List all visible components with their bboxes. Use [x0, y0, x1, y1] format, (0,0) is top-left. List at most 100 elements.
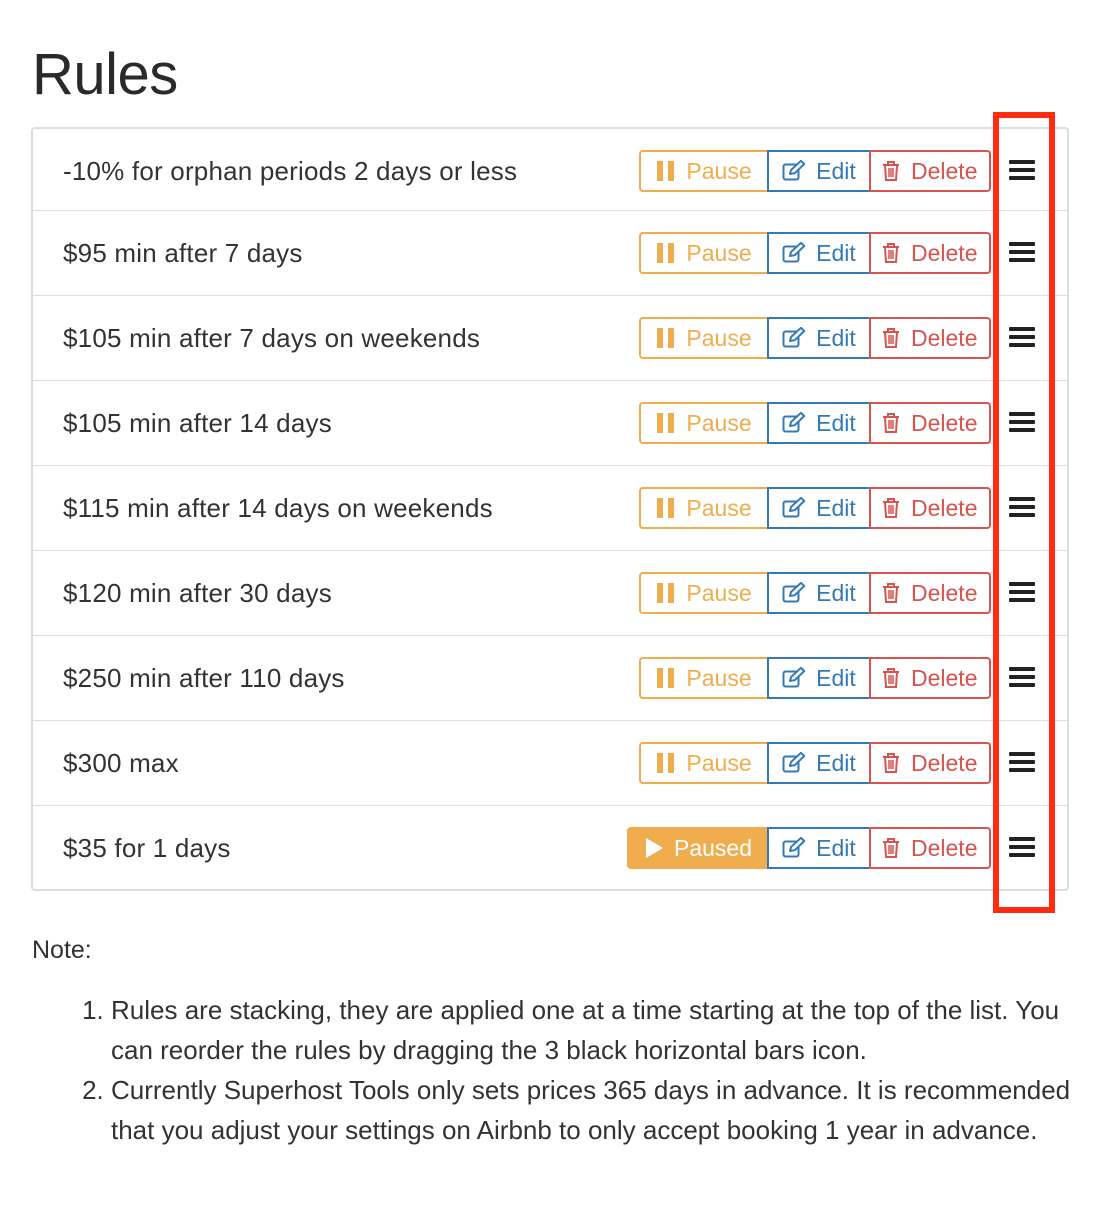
- trash-icon: [881, 412, 901, 434]
- rule-label: $95 min after 7 days: [63, 238, 303, 268]
- pause-button[interactable]: Pause: [639, 150, 769, 192]
- delete-button-label: Delete: [911, 749, 978, 776]
- delete-button[interactable]: Delete: [869, 150, 991, 192]
- delete-button[interactable]: Delete: [869, 402, 991, 444]
- pause-button-label: Pause: [686, 157, 752, 184]
- resume-button[interactable]: Paused: [627, 827, 769, 869]
- delete-button-label: Delete: [911, 834, 978, 861]
- drag-handle-icon[interactable]: [1009, 837, 1035, 857]
- edit-button-label: Edit: [816, 834, 856, 861]
- edit-button-label: Edit: [816, 494, 856, 521]
- edit-button-label: Edit: [816, 664, 856, 691]
- delete-button-label: Delete: [911, 579, 978, 606]
- rule-label: $115 min after 14 days on weekends: [63, 493, 493, 523]
- rule-row: $105 min after 7 days on weekends Pause …: [31, 295, 1069, 381]
- rule-row: $95 min after 7 days Pause Edit Delete: [31, 210, 1069, 296]
- drag-handle-icon[interactable]: [1009, 160, 1035, 180]
- edit-icon: [782, 582, 806, 604]
- edit-button-label: Edit: [816, 324, 856, 351]
- trash-icon: [881, 327, 901, 349]
- drag-handle-icon[interactable]: [1009, 327, 1035, 347]
- edit-button[interactable]: Edit: [767, 572, 871, 614]
- delete-button-label: Delete: [911, 324, 978, 351]
- note-heading: Note:: [32, 936, 92, 964]
- pause-button[interactable]: Pause: [639, 657, 769, 699]
- rule-actions: Pause Edit Delete: [639, 742, 991, 784]
- edit-button[interactable]: Edit: [767, 487, 871, 529]
- pause-button-label: Pause: [686, 324, 752, 351]
- edit-button[interactable]: Edit: [767, 150, 871, 192]
- pause-button-label: Pause: [686, 579, 752, 606]
- edit-button[interactable]: Edit: [767, 827, 871, 869]
- rule-label: $105 min after 7 days on weekends: [63, 323, 481, 353]
- edit-button[interactable]: Edit: [767, 657, 871, 699]
- trash-icon: [881, 582, 901, 604]
- trash-icon: [881, 497, 901, 519]
- pause-button[interactable]: Pause: [639, 402, 769, 444]
- delete-button-label: Delete: [911, 494, 978, 521]
- pause-button[interactable]: Pause: [639, 232, 769, 274]
- trash-icon: [881, 160, 901, 182]
- rule-actions: Pause Edit Delete: [639, 402, 991, 444]
- drag-handle-icon[interactable]: [1009, 412, 1035, 432]
- rules-list: -10% for orphan periods 2 days or less P…: [31, 127, 1069, 891]
- resume-button-label: Paused: [673, 834, 752, 861]
- drag-handle-icon[interactable]: [1009, 242, 1035, 262]
- edit-icon: [782, 837, 806, 859]
- rule-actions: Pause Edit Delete: [639, 150, 991, 192]
- edit-button[interactable]: Edit: [767, 232, 871, 274]
- rule-label: -10% for orphan periods 2 days or less: [63, 156, 518, 186]
- delete-button[interactable]: Delete: [869, 827, 991, 869]
- rule-actions: Pause Edit Delete: [639, 572, 991, 614]
- rule-actions: Pause Edit Delete: [639, 487, 991, 529]
- pause-icon: [656, 160, 676, 182]
- rule-label: $105 min after 14 days: [63, 408, 332, 438]
- pause-button[interactable]: Pause: [639, 317, 769, 359]
- rule-row: $120 min after 30 days Pause Edit Delete: [31, 550, 1069, 636]
- edit-button[interactable]: Edit: [767, 317, 871, 359]
- drag-handle-icon[interactable]: [1009, 667, 1035, 687]
- delete-button-label: Delete: [911, 157, 978, 184]
- edit-icon: [782, 327, 806, 349]
- edit-button-label: Edit: [816, 157, 856, 184]
- pause-button[interactable]: Pause: [639, 572, 769, 614]
- trash-icon: [881, 837, 901, 859]
- rule-label: $300 max: [63, 748, 179, 778]
- note-item: Currently Superhost Tools only sets pric…: [111, 1070, 1091, 1150]
- rule-actions: Pause Edit Delete: [639, 232, 991, 274]
- note-item: Rules are stacking, they are applied one…: [111, 990, 1091, 1070]
- pause-button-label: Pause: [686, 239, 752, 266]
- delete-button[interactable]: Delete: [869, 487, 991, 529]
- delete-button-label: Delete: [911, 664, 978, 691]
- delete-button[interactable]: Delete: [869, 317, 991, 359]
- delete-button[interactable]: Delete: [869, 742, 991, 784]
- pause-icon: [656, 412, 676, 434]
- edit-icon: [782, 752, 806, 774]
- edit-icon: [782, 412, 806, 434]
- edit-icon: [782, 242, 806, 264]
- trash-icon: [881, 242, 901, 264]
- edit-button-label: Edit: [816, 239, 856, 266]
- edit-button[interactable]: Edit: [767, 742, 871, 784]
- edit-icon: [782, 160, 806, 182]
- rule-row: $250 min after 110 days Pause Edit Delet…: [31, 635, 1069, 721]
- pause-icon: [656, 667, 676, 689]
- page-title: Rules: [32, 42, 178, 107]
- edit-button-label: Edit: [816, 409, 856, 436]
- trash-icon: [881, 667, 901, 689]
- rule-row: $115 min after 14 days on weekends Pause…: [31, 465, 1069, 551]
- pause-icon: [656, 752, 676, 774]
- delete-button[interactable]: Delete: [869, 657, 991, 699]
- delete-button[interactable]: Delete: [869, 572, 991, 614]
- delete-button[interactable]: Delete: [869, 232, 991, 274]
- edit-button[interactable]: Edit: [767, 402, 871, 444]
- pause-button[interactable]: Pause: [639, 487, 769, 529]
- drag-handle-icon[interactable]: [1009, 582, 1035, 602]
- drag-handle-icon[interactable]: [1009, 752, 1035, 772]
- drag-handle-icon[interactable]: [1009, 497, 1035, 517]
- delete-button-label: Delete: [911, 409, 978, 436]
- pause-button-label: Pause: [686, 749, 752, 776]
- pause-button[interactable]: Pause: [639, 742, 769, 784]
- pause-icon: [656, 497, 676, 519]
- edit-icon: [782, 497, 806, 519]
